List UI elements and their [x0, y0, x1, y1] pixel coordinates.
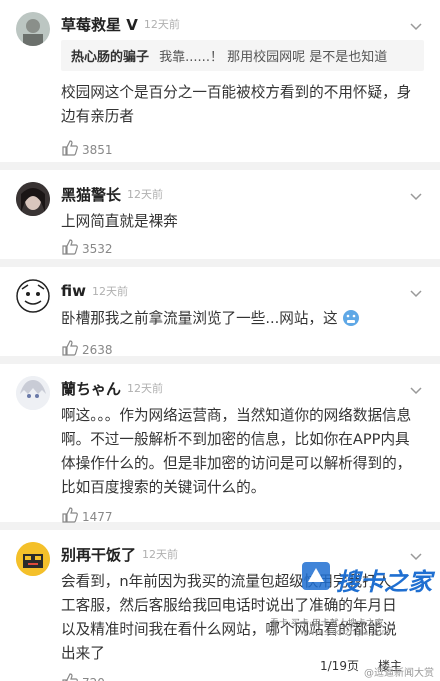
watermark-logo: 搜卡之家 [298, 556, 438, 600]
cold-face-emoji-icon [342, 309, 360, 335]
timestamp: 12天前 [127, 382, 164, 395]
watermark-handle: @逗逼新闻大赏 [364, 668, 434, 679]
username[interactable]: 蘭ちゃん [61, 378, 121, 399]
chevron-down-icon[interactable] [410, 283, 422, 302]
quoted-reply[interactable]: 热心肠的骗子 我靠......！ 那用校园网呢 是不是也知道 [61, 40, 424, 71]
comment-text: 上网简直就是裸奔 [61, 213, 178, 230]
avatar[interactable] [16, 12, 50, 46]
timestamp: 12天前 [91, 285, 128, 298]
like-count: 2638 [82, 343, 113, 357]
thumbs-up-icon [61, 238, 79, 260]
chevron-down-icon[interactable] [410, 380, 422, 399]
chevron-down-icon[interactable] [410, 16, 422, 35]
avatar[interactable] [16, 542, 50, 576]
avatar[interactable] [16, 279, 50, 313]
watermark-url: www.sokazhijia.com [300, 628, 391, 638]
username[interactable]: fiw [61, 282, 86, 300]
divider [0, 162, 440, 170]
like-count: 3532 [82, 242, 113, 256]
chevron-down-icon[interactable] [410, 186, 422, 205]
like-button[interactable]: 2638 [61, 339, 424, 361]
username[interactable]: 别再干饭了 [61, 544, 136, 565]
comment-item: 黑猫警长 12天前 上网简直就是裸奔 3532 [0, 170, 440, 259]
thumbs-up-icon [61, 506, 79, 528]
like-count: 3851 [82, 143, 113, 157]
quoted-reply-author[interactable]: 热心肠的骗子 [71, 50, 149, 65]
page-footer: 1/19页 楼主 @逗逼新闻大赏 [0, 653, 440, 681]
page-indicator[interactable]: 1/19页 [320, 657, 359, 674]
timestamp: 12天前 [143, 18, 180, 31]
like-button[interactable]: 3532 [61, 238, 424, 260]
avatar[interactable] [16, 376, 50, 410]
timestamp: 12天前 [142, 548, 179, 561]
comment-text: 校园网这个是百分之一百能被校方看到的不用怀疑，身边有亲历者 [61, 84, 412, 125]
username[interactable]: 草莓救星 V [61, 14, 138, 35]
comment-item: 蘭ちゃん 12天前 啊这。。。作为网络运营商，当然知道你的网络数据信息啊。不过一… [0, 364, 440, 524]
like-count: 1477 [82, 510, 113, 524]
avatar[interactable] [16, 182, 50, 216]
comment-item: 草莓救星 V 12天前 热心肠的骗子 我靠......！ 那用校园网呢 是不是也… [0, 0, 440, 162]
comment-text: 卧槽那我之前拿流量浏览了一些...网站，这 [61, 310, 338, 327]
timestamp: 12天前 [127, 188, 164, 201]
quoted-reply-text: 我靠......！ 那用校园网呢 是不是也知道 [159, 50, 388, 65]
comment-text-row: 卧槽那我之前拿流量浏览了一些...网站，这 [61, 307, 424, 335]
username[interactable]: 黑猫警长 [61, 184, 121, 205]
like-button[interactable]: 3851 [61, 139, 424, 161]
like-button[interactable]: 1477 [61, 506, 424, 528]
watermark-logo-text: 搜卡之家 [336, 568, 432, 596]
comment-item: fiw 12天前 卧槽那我之前拿流量浏览了一些...网站，这 2638 [0, 267, 440, 357]
thumbs-up-icon [61, 139, 79, 161]
comment-text: 啊这。。。作为网络运营商，当然知道你的网络数据信息啊。不过一般解析不到加密的信息… [61, 407, 412, 496]
divider [0, 259, 440, 267]
thumbs-up-icon [61, 339, 79, 361]
